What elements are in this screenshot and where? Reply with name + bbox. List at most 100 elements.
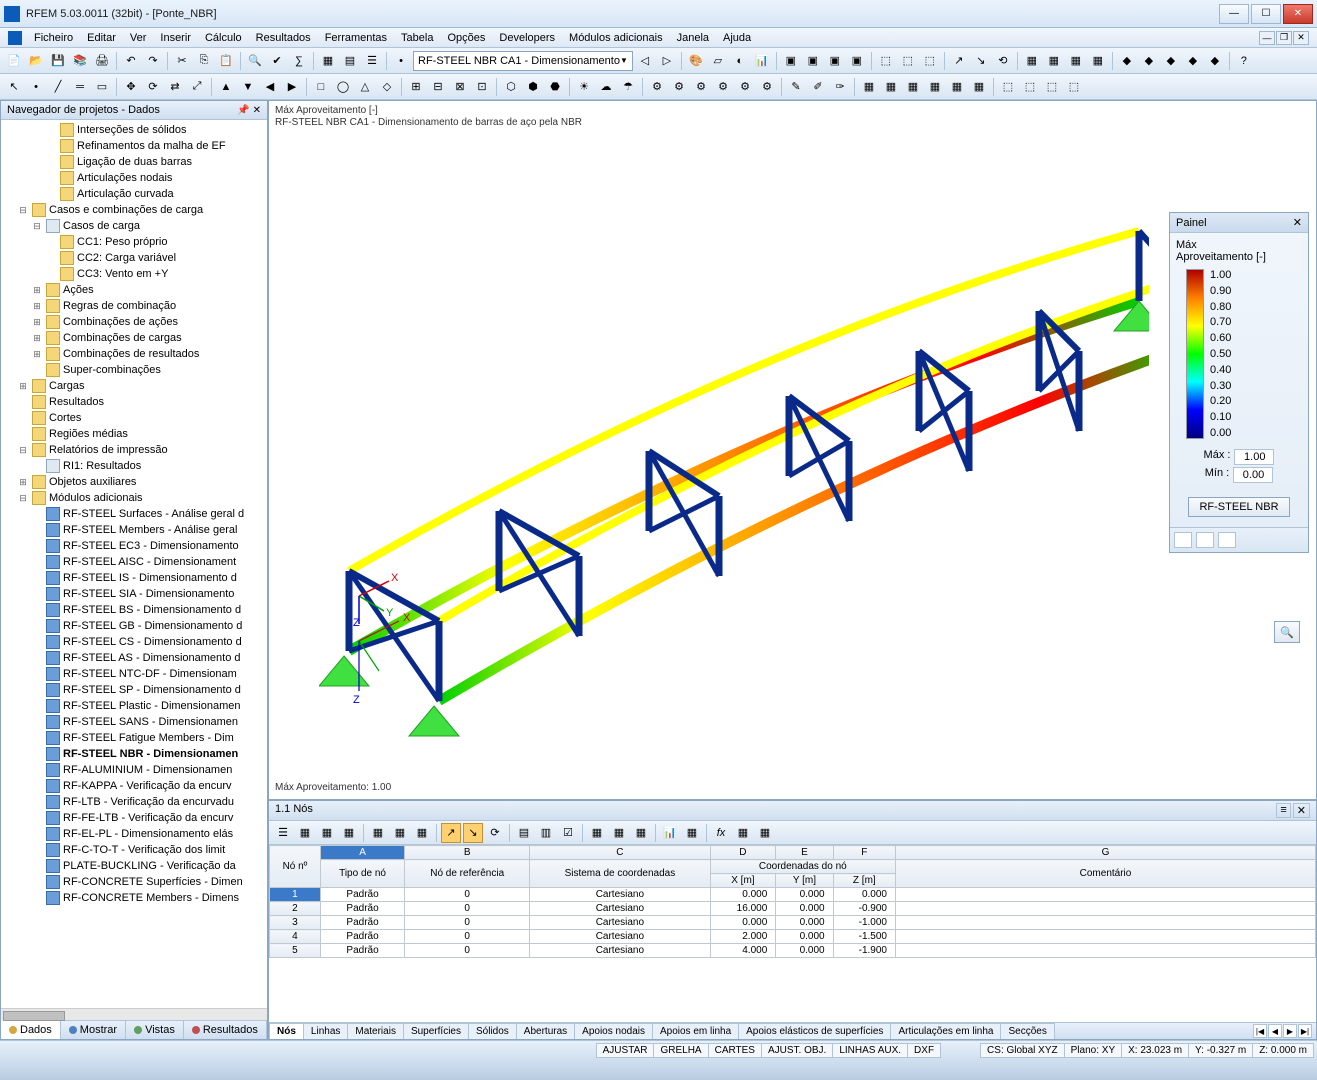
tt-fx-icon[interactable]: fx	[711, 823, 731, 843]
tb-save-icon[interactable]: 💾	[48, 51, 68, 71]
menu-ajuda[interactable]: Ajuda	[717, 30, 757, 46]
cell[interactable]: 4.000	[710, 944, 776, 958]
table-tab[interactable]: Apoios em linha	[652, 1023, 739, 1039]
tb2-i2-icon[interactable]: ⬚	[1020, 77, 1040, 97]
tb2-line-icon[interactable]: ╱	[48, 77, 68, 97]
col-x[interactable]: X [m]	[710, 874, 776, 888]
tt-5-icon[interactable]: ▦	[368, 823, 388, 843]
status-ajustar[interactable]: AJUSTAR	[596, 1043, 655, 1058]
tb2-scale-icon[interactable]: ⤢	[187, 77, 207, 97]
tb2-mirror-icon[interactable]: ⇄	[165, 77, 185, 97]
3d-viewport[interactable]: Máx Aproveitamento [-] RF-STEEL NBR CA1 …	[269, 101, 1316, 799]
cell[interactable]: Padrão	[320, 902, 404, 916]
tree-item[interactable]: ⊞Objetos auxiliares	[3, 474, 265, 490]
tree-item[interactable]: Articulações nodais	[3, 170, 265, 186]
tb-view1-icon[interactable]: ↗	[949, 51, 969, 71]
tb-saveall-icon[interactable]: 📚	[70, 51, 90, 71]
tt-12-icon[interactable]: ▦	[587, 823, 607, 843]
tree-item[interactable]: RF-LTB - Verificação da encurvadu	[3, 794, 265, 810]
cell[interactable]: 0.000	[776, 944, 833, 958]
tree-item[interactable]: RF-STEEL SIA - Dimensionamento	[3, 586, 265, 602]
tbl-btn[interactable]: ✕	[1293, 803, 1310, 818]
mdi-restore[interactable]: ❐	[1276, 31, 1292, 45]
tb-new-icon[interactable]: 📄	[4, 51, 24, 71]
tb-mod3-icon[interactable]: ◆	[1161, 51, 1181, 71]
tb-misc1-icon[interactable]: ▦	[1022, 51, 1042, 71]
menu-ficheiro[interactable]: Ficheiro	[28, 30, 79, 46]
menu-calculo[interactable]: Cálculo	[199, 30, 248, 46]
panel-module-button[interactable]: RF-STEEL NBR	[1188, 497, 1289, 517]
cell[interactable]: Cartesiano	[530, 888, 710, 902]
tt-11-icon[interactable]: ☑	[558, 823, 578, 843]
table-tab[interactable]: Articulações em linha	[890, 1023, 1001, 1039]
tb-misc2-icon[interactable]: ▦	[1044, 51, 1064, 71]
tree-item[interactable]: RF-STEEL EC3 - Dimensionamento	[3, 538, 265, 554]
tab-prev[interactable]: ◀	[1268, 1024, 1282, 1038]
tb-view3-icon[interactable]: ⟲	[993, 51, 1013, 71]
tb2-i4-icon[interactable]: ⬚	[1064, 77, 1084, 97]
expand-icon[interactable]: ⊟	[31, 221, 43, 232]
cell[interactable]: 0	[405, 930, 530, 944]
tb2-c2-icon[interactable]: ⊟	[428, 77, 448, 97]
cell[interactable]: Padrão	[320, 930, 404, 944]
tb-render-icon[interactable]: 🎨	[686, 51, 706, 71]
tb2-e1-icon[interactable]: ☀	[574, 77, 594, 97]
tree-item[interactable]: RF-STEEL BS - Dimensionamento d	[3, 602, 265, 618]
tree-item[interactable]: ⊟Casos de carga	[3, 218, 265, 234]
col-F[interactable]: F	[833, 846, 895, 860]
pf-3-icon[interactable]	[1218, 532, 1236, 548]
tb2-g2-icon[interactable]: ✐	[808, 77, 828, 97]
tree-item[interactable]: ⊞Ações	[3, 282, 265, 298]
cell[interactable]: Cartesiano	[530, 916, 710, 930]
col-tipo[interactable]: Tipo de nó	[320, 860, 404, 888]
tb2-cursor-icon[interactable]: ↖	[4, 77, 24, 97]
tb-win2-icon[interactable]: ▣	[803, 51, 823, 71]
expand-icon[interactable]: ⊞	[31, 349, 43, 360]
tb2-f5-icon[interactable]: ⚙	[735, 77, 755, 97]
cell[interactable]: 0.000	[776, 888, 833, 902]
tb2-i1-icon[interactable]: ⬚	[998, 77, 1018, 97]
cell[interactable]: 2.000	[710, 930, 776, 944]
pf-2-icon[interactable]	[1196, 532, 1214, 548]
tree-item[interactable]: RF-STEEL AISC - Dimensionament	[3, 554, 265, 570]
cell[interactable]: 16.000	[710, 902, 776, 916]
col-coment[interactable]: Comentário	[896, 860, 1316, 888]
tb2-c3-icon[interactable]: ⊠	[450, 77, 470, 97]
tb-mod4-icon[interactable]: ◆	[1183, 51, 1203, 71]
tb-sel1-icon[interactable]: ⬚	[876, 51, 896, 71]
tree-item[interactable]: RF-CONCRETE Superfícies - Dimen	[3, 874, 265, 890]
table-tab[interactable]: Nós	[269, 1023, 304, 1039]
status-ajustobj[interactable]: AJUST. OBJ.	[761, 1043, 833, 1058]
tb-undo-icon[interactable]: ↶	[121, 51, 141, 71]
mdi-minimize[interactable]: —	[1259, 31, 1275, 45]
row-header[interactable]: 1	[270, 888, 321, 902]
tree-item[interactable]: RF-STEEL GB - Dimensionamento d	[3, 618, 265, 634]
tb2-a3-icon[interactable]: ◀	[260, 77, 280, 97]
expand-icon[interactable]: ⊞	[31, 317, 43, 328]
tb2-e2-icon[interactable]: ☁	[596, 77, 616, 97]
tb-mod1-icon[interactable]: ◆	[1117, 51, 1137, 71]
tb2-node-icon[interactable]: •	[26, 77, 46, 97]
cell[interactable]: 0	[405, 888, 530, 902]
expand-icon[interactable]: ⊞	[31, 301, 43, 312]
cell[interactable]	[896, 930, 1316, 944]
table-tab[interactable]: Materiais	[347, 1023, 404, 1039]
row-header[interactable]: 2	[270, 902, 321, 916]
col-B[interactable]: B	[405, 846, 530, 860]
zoom-extents-button[interactable]: 🔍	[1274, 621, 1300, 643]
tree-item[interactable]: ⊞Cargas	[3, 378, 265, 394]
tb2-h1-icon[interactable]: ▦	[859, 77, 879, 97]
table-tab[interactable]: Aberturas	[516, 1023, 575, 1039]
tb-node-icon[interactable]: •	[391, 51, 411, 71]
tb2-b2-icon[interactable]: ◯	[333, 77, 353, 97]
tb-grid-icon[interactable]: ▦	[318, 51, 338, 71]
tb-win3-icon[interactable]: ▣	[825, 51, 845, 71]
tb-copy-icon[interactable]: ⎘	[194, 51, 214, 71]
tb2-b4-icon[interactable]: ◇	[377, 77, 397, 97]
tb-mod2-icon[interactable]: ◆	[1139, 51, 1159, 71]
table-tab[interactable]: Linhas	[303, 1023, 348, 1039]
tb2-h5-icon[interactable]: ▦	[947, 77, 967, 97]
pf-1-icon[interactable]	[1174, 532, 1192, 548]
tree-item[interactable]: Regiões médias	[3, 426, 265, 442]
menu-ver[interactable]: Ver	[124, 30, 153, 46]
